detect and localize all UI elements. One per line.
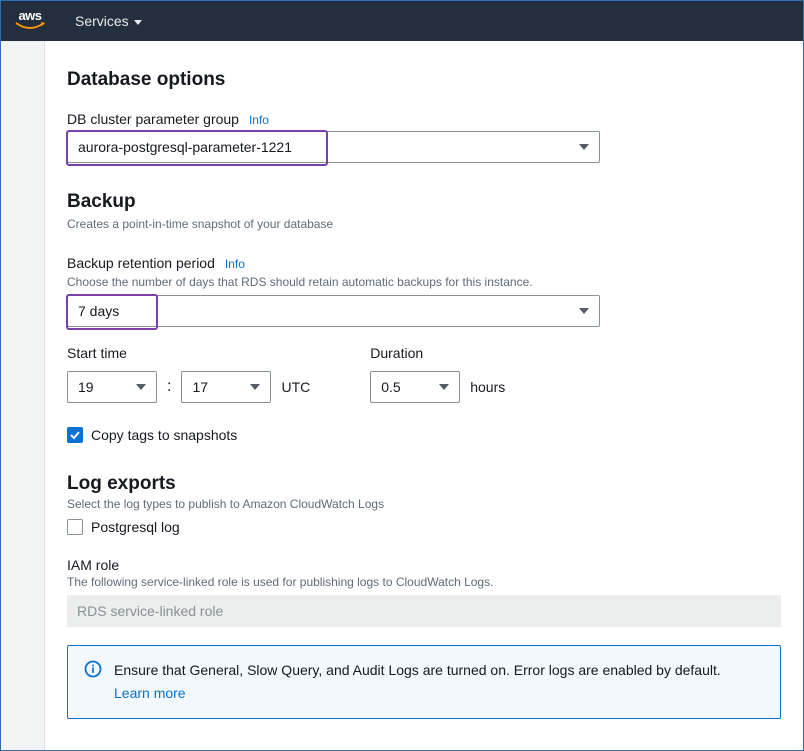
caret-down-icon	[134, 20, 142, 25]
iam-role-label: IAM role	[67, 557, 119, 573]
top-nav: aws Services	[1, 1, 803, 41]
services-label: Services	[75, 13, 129, 29]
iam-role-display: RDS service-linked role	[67, 595, 781, 627]
duration-label: Duration	[370, 345, 505, 361]
db-cluster-pg-value: aurora-postgresql-parameter-1221	[78, 139, 292, 155]
duration-value: 0.5	[381, 379, 400, 395]
log-exports-title: Log exports	[67, 473, 781, 495]
left-gutter	[1, 41, 45, 750]
iam-role-hint: The following service-linked role is use…	[67, 575, 781, 589]
retention-info-link[interactable]: Info	[225, 257, 245, 271]
main-panel: Database options DB cluster parameter gr…	[45, 41, 803, 750]
checkbox-unchecked-icon	[67, 519, 83, 535]
start-minute-select[interactable]: 17	[181, 371, 271, 403]
db-cluster-pg-select[interactable]: aurora-postgresql-parameter-1221	[67, 131, 600, 163]
copy-tags-label: Copy tags to snapshots	[91, 427, 237, 443]
timezone-label: UTC	[281, 379, 310, 395]
caret-down-icon	[250, 384, 260, 390]
pg-log-label: Postgresql log	[91, 519, 180, 535]
info-alert: Ensure that General, Slow Query, and Aud…	[67, 645, 781, 719]
start-minute-value: 17	[192, 379, 208, 395]
aws-logo[interactable]: aws	[15, 11, 45, 31]
log-exports-hint: Select the log types to publish to Amazo…	[67, 497, 781, 511]
caret-down-icon	[579, 144, 589, 150]
retention-value: 7 days	[78, 303, 119, 319]
retention-label: Backup retention period	[67, 255, 215, 271]
db-cluster-pg-info-link[interactable]: Info	[249, 113, 269, 127]
info-icon	[84, 660, 102, 681]
services-menu-button[interactable]: Services	[75, 13, 142, 29]
caret-down-icon	[439, 384, 449, 390]
start-time-label: Start time	[67, 345, 310, 361]
iam-role-value: RDS service-linked role	[77, 603, 223, 619]
copy-tags-checkbox[interactable]: Copy tags to snapshots	[67, 427, 781, 443]
caret-down-icon	[579, 308, 589, 314]
backup-subtitle: Creates a point-in-time snapshot of your…	[67, 217, 781, 231]
time-colon: :	[167, 378, 171, 396]
backup-title: Backup	[67, 191, 781, 213]
retention-select[interactable]: 7 days	[67, 295, 600, 327]
alert-message: Ensure that General, Slow Query, and Aud…	[114, 662, 721, 678]
caret-down-icon	[136, 384, 146, 390]
start-hour-value: 19	[78, 379, 94, 395]
database-options-title: Database options	[67, 69, 781, 91]
duration-unit: hours	[470, 379, 505, 395]
checkbox-checked-icon	[67, 427, 83, 443]
aws-smile-icon	[15, 21, 45, 31]
duration-select[interactable]: 0.5	[370, 371, 460, 403]
pg-log-checkbox[interactable]: Postgresql log	[67, 519, 781, 535]
retention-hint: Choose the number of days that RDS shoul…	[67, 275, 781, 289]
learn-more-link[interactable]: Learn more	[114, 683, 186, 704]
db-cluster-pg-label: DB cluster parameter group	[67, 111, 239, 127]
start-hour-select[interactable]: 19	[67, 371, 157, 403]
